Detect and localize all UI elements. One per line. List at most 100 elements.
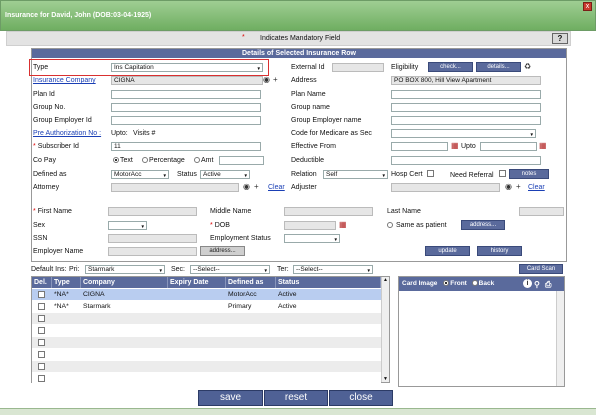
delete-checkbox[interactable]: [38, 291, 45, 298]
calendar-icon[interactable]: ▦: [451, 141, 459, 150]
deductible-input[interactable]: [391, 156, 541, 165]
close-button[interactable]: close: [329, 390, 393, 406]
notes-button[interactable]: notes: [509, 169, 549, 179]
binoculars-icon[interactable]: ◉: [505, 182, 512, 191]
upto-date-input[interactable]: [480, 142, 537, 151]
group-employer-name-input[interactable]: [391, 116, 541, 125]
employer-address-button[interactable]: address...: [200, 246, 245, 256]
status-select[interactable]: Active: [200, 170, 250, 179]
table-row[interactable]: *NA* CIGNA MotorAcc Active: [32, 289, 381, 300]
plan-id-label: Plan Id: [33, 91, 55, 98]
column-header: Type: [52, 277, 81, 288]
update-button[interactable]: update: [425, 246, 470, 256]
radio-percentage-label: Percentage: [149, 157, 185, 164]
grid-scrollbar[interactable]: ▲ ▼: [381, 277, 389, 382]
group-employer-id-input[interactable]: [111, 116, 261, 125]
group-name-input[interactable]: [391, 103, 541, 112]
last-name-input[interactable]: [519, 207, 564, 216]
same-as-patient-label: Same as patient: [395, 222, 447, 229]
scroll-down-icon[interactable]: ▼: [383, 376, 388, 382]
table-row[interactable]: *NA* Starmark Primary Active: [32, 301, 381, 312]
primary-select[interactable]: Starmark: [85, 265, 165, 274]
defined-as-select[interactable]: MotorAcc: [111, 170, 169, 179]
group-employer-id-label: Group Employer Id: [33, 117, 92, 124]
middle-name-label: Middle Name: [210, 208, 252, 215]
external-id-input[interactable]: [332, 63, 384, 72]
table-row[interactable]: [32, 325, 381, 336]
info-icon[interactable]: i: [523, 279, 532, 288]
radio-percentage-option[interactable]: Percentage: [142, 156, 185, 165]
first-name-input[interactable]: [108, 207, 197, 216]
insurance-company-link[interactable]: Insurance Company: [33, 76, 96, 85]
copay-input[interactable]: [219, 156, 264, 165]
delete-checkbox[interactable]: [38, 375, 45, 382]
binoculars-icon[interactable]: ◉: [243, 182, 250, 191]
hosp-cert-checkbox[interactable]: [427, 170, 434, 177]
reset-button[interactable]: reset: [264, 390, 328, 406]
relation-select[interactable]: Self: [323, 170, 388, 179]
save-button[interactable]: save: [198, 390, 263, 406]
table-row[interactable]: [32, 313, 381, 324]
card-scrollbar[interactable]: [556, 291, 564, 386]
delete-checkbox[interactable]: [38, 303, 45, 310]
close-window-button[interactable]: x: [583, 2, 592, 11]
insurance-company-input[interactable]: CIGNA: [111, 76, 263, 85]
address-input[interactable]: PO BOX 800, Hill View Apartment: [391, 76, 541, 85]
eligibility-label: Eligibility: [391, 64, 419, 71]
dob-label: DOB: [214, 222, 230, 229]
plan-name-input[interactable]: [391, 90, 541, 99]
sex-select[interactable]: [108, 221, 147, 230]
radio-amt-option[interactable]: Amt: [194, 156, 213, 165]
effective-from-input[interactable]: [391, 142, 448, 151]
radio-text-option[interactable]: Text: [113, 156, 133, 165]
check-button[interactable]: check...: [428, 62, 473, 72]
delete-checkbox[interactable]: [38, 327, 45, 334]
back-option[interactable]: Back: [471, 280, 494, 287]
delete-checkbox[interactable]: [38, 351, 45, 358]
table-row[interactable]: [32, 373, 381, 384]
history-button[interactable]: history: [477, 246, 522, 256]
table-row[interactable]: [32, 349, 381, 360]
table-row[interactable]: [32, 361, 381, 372]
details-button[interactable]: details...: [476, 62, 521, 72]
adjuster-clear-link[interactable]: Clear: [528, 183, 545, 192]
adjuster-input[interactable]: [391, 183, 500, 192]
plan-id-input[interactable]: [111, 90, 261, 99]
card-scan-button[interactable]: Card Scan: [519, 264, 563, 274]
ssn-input[interactable]: [108, 234, 197, 243]
attorney-clear-link[interactable]: Clear: [268, 183, 285, 192]
add-icon[interactable]: +: [273, 75, 278, 84]
add-icon[interactable]: +: [254, 182, 259, 191]
scanner-icon[interactable]: ⎙: [545, 278, 551, 292]
delete-checkbox[interactable]: [38, 339, 45, 346]
zoom-icon[interactable]: ⚲: [534, 278, 540, 292]
front-option[interactable]: Front: [443, 280, 467, 287]
cell-company: CIGNA: [83, 291, 105, 298]
secondary-select[interactable]: --Select--: [190, 265, 270, 274]
employment-status-select[interactable]: [284, 234, 340, 243]
table-row[interactable]: [32, 337, 381, 348]
insurance-details-panel: Details of Selected Insurance Row Type I…: [31, 48, 567, 262]
need-referral-checkbox[interactable]: [499, 170, 506, 177]
subscriber-address-button[interactable]: address...: [461, 220, 505, 230]
calendar-icon[interactable]: ▦: [539, 141, 547, 150]
dob-input[interactable]: [284, 221, 336, 230]
subscriber-id-input[interactable]: 11: [111, 142, 261, 151]
employer-name-input[interactable]: [108, 247, 197, 256]
delete-checkbox[interactable]: [38, 363, 45, 370]
attorney-input[interactable]: [111, 183, 239, 192]
scroll-up-icon[interactable]: ▲: [383, 277, 388, 283]
middle-name-input[interactable]: [284, 207, 373, 216]
tertiary-select[interactable]: --Select--: [293, 265, 373, 274]
calendar-icon[interactable]: ▦: [339, 220, 347, 229]
binoculars-icon[interactable]: ◉: [263, 75, 270, 84]
group-no-input[interactable]: [111, 103, 261, 112]
add-icon[interactable]: +: [516, 182, 521, 191]
same-as-patient-option[interactable]: Same as patient: [387, 221, 447, 230]
medicare-select[interactable]: [391, 129, 536, 138]
delete-checkbox[interactable]: [38, 315, 45, 322]
plan-name-label: Plan Name: [291, 91, 326, 98]
pre-authorization-link[interactable]: Pre Authorization No :: [33, 129, 101, 138]
person-icon[interactable]: ♻: [524, 62, 531, 71]
help-button[interactable]: ?: [552, 33, 568, 44]
